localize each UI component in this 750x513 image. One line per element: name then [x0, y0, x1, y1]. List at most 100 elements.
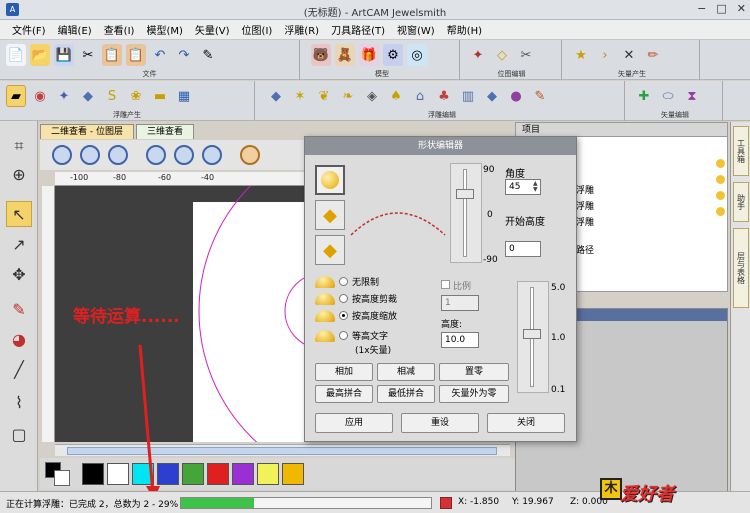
tab-3d-view[interactable]: 三维查看	[135, 124, 194, 139]
tab-assistant[interactable]: 助手	[733, 182, 749, 222]
layer-bulb-icon[interactable]	[716, 191, 725, 200]
edit-3-icon[interactable]: ❦	[314, 85, 334, 107]
relief-6-icon[interactable]: ❀	[126, 85, 146, 107]
height-input[interactable]: 10.0	[441, 332, 479, 348]
zoom-window-icon[interactable]	[146, 145, 166, 165]
undo-icon[interactable]: ↶	[150, 44, 170, 66]
pencil-icon[interactable]: ✎	[6, 296, 32, 322]
move-icon[interactable]: ✥	[6, 261, 32, 287]
rectangle-icon[interactable]: ▢	[6, 421, 32, 447]
color-swatch[interactable]	[182, 463, 204, 485]
close-window-button[interactable]: ✕	[737, 2, 746, 15]
polyline-icon[interactable]: ⌇	[6, 389, 32, 415]
model-2-icon[interactable]: 🧸	[335, 44, 355, 66]
color-swatch[interactable]	[132, 463, 154, 485]
radio-scale-height[interactable]: 按高度缩放	[315, 309, 397, 322]
layer-bulb-icon[interactable]	[716, 207, 725, 216]
scrollbar-thumb[interactable]	[67, 447, 497, 455]
vector-3-icon[interactable]: ✕	[619, 44, 639, 66]
project-item[interactable]: 浮雕	[576, 183, 594, 196]
edit-5-icon[interactable]: ◈	[362, 85, 382, 107]
edit-7-icon[interactable]: ⌂	[410, 85, 430, 107]
project-item[interactable]: 浮雕	[576, 215, 594, 228]
bitmap-2-icon[interactable]: ◇	[492, 44, 512, 66]
zoom-out-icon[interactable]	[80, 145, 100, 165]
bitmap-1-icon[interactable]: ✦	[468, 44, 488, 66]
edit-8-icon[interactable]: ♣	[434, 85, 454, 107]
subtract-button[interactable]: 相减	[377, 363, 435, 381]
reset-button[interactable]: 重设	[401, 413, 479, 433]
zero-button[interactable]: 置零	[439, 363, 509, 381]
open-folder-icon[interactable]: 📂	[30, 44, 50, 66]
vector-4-icon[interactable]: ✏	[643, 44, 663, 66]
vedit-1-icon[interactable]: ✚	[634, 85, 654, 107]
save-icon[interactable]: 💾	[54, 44, 74, 66]
tab-layers[interactable]: 层与表格	[733, 228, 749, 308]
horizontal-scrollbar[interactable]	[55, 444, 510, 456]
select-arrow-icon[interactable]: ↖	[6, 201, 32, 227]
menu-toolpaths[interactable]: 刀具路径(T)	[325, 22, 391, 37]
scale-input[interactable]: 1	[441, 295, 479, 311]
menu-file[interactable]: 文件(F)	[6, 22, 52, 37]
angle-slider-track[interactable]	[463, 169, 467, 257]
maximize-button[interactable]: □	[716, 2, 726, 15]
settings-gear-icon[interactable]	[240, 145, 260, 165]
apply-button[interactable]: 应用	[315, 413, 393, 433]
vedit-2-icon[interactable]: ⬭	[658, 85, 678, 107]
shape-plane-button[interactable]: ◆	[315, 235, 345, 265]
angle-spin-icon[interactable]: ▲ ▼	[533, 181, 538, 193]
edit-11-icon[interactable]: ●	[506, 85, 526, 107]
cut-icon[interactable]: ✂	[78, 44, 98, 66]
paste-icon[interactable]: 📋	[126, 44, 146, 66]
new-file-icon[interactable]: 📄	[6, 44, 26, 66]
radio-button[interactable]	[339, 331, 348, 340]
menu-bitmap[interactable]: 位图(I)	[236, 22, 279, 37]
radio-button-selected[interactable]	[339, 311, 348, 320]
relief-3-icon[interactable]: ✦	[54, 85, 74, 107]
radio-button[interactable]	[339, 294, 348, 303]
menu-view[interactable]: 查看(I)	[98, 22, 141, 37]
menu-edit[interactable]: 编辑(E)	[52, 22, 98, 37]
relief-2-icon[interactable]: ◉	[30, 85, 50, 107]
edit-9-icon[interactable]: ▥	[458, 85, 478, 107]
color-swatch[interactable]	[282, 463, 304, 485]
menu-model[interactable]: 模型(M)	[140, 22, 188, 37]
vector-1-icon[interactable]: ★	[571, 44, 591, 66]
layer-bulb-icon[interactable]	[716, 175, 725, 184]
project-item[interactable]: 浮雕	[576, 199, 594, 212]
color-swatch[interactable]	[207, 463, 229, 485]
radio-crop-height[interactable]: 按高度剪裁	[315, 292, 397, 305]
start-height-input[interactable]: 0	[505, 241, 541, 257]
relief-7-icon[interactable]: ▬	[150, 85, 170, 107]
color-swatch[interactable]	[257, 463, 279, 485]
color-swatch[interactable]	[107, 463, 129, 485]
line-icon[interactable]: ╱	[6, 356, 32, 382]
edit-1-icon[interactable]: ◆	[266, 85, 286, 107]
edit-icon[interactable]: ✎	[198, 44, 218, 66]
shape-round-button[interactable]	[315, 165, 345, 195]
edit-10-icon[interactable]: ◆	[482, 85, 502, 107]
tab-2d-view[interactable]: 二维查看 - 位图层	[40, 124, 134, 139]
menu-vector[interactable]: 矢量(V)	[189, 22, 236, 37]
relief-5-icon[interactable]: S	[102, 85, 122, 107]
radio-unlimited[interactable]: 无限制	[315, 275, 379, 288]
fill-icon[interactable]: ◕	[6, 326, 32, 352]
project-item[interactable]: 路径	[576, 243, 594, 256]
edit-2-icon[interactable]: ✶	[290, 85, 310, 107]
model-5-icon[interactable]: ◎	[407, 44, 427, 66]
model-3-icon[interactable]: 🎁	[359, 44, 379, 66]
node-edit-icon[interactable]: ↗	[6, 231, 32, 257]
max-merge-button[interactable]: 最高拼合	[315, 385, 373, 403]
globe-icon[interactable]: ⊕	[6, 161, 32, 187]
menu-relief[interactable]: 浮雕(R)	[278, 22, 325, 37]
zoom-in-icon[interactable]	[52, 145, 72, 165]
zoom-fit-icon[interactable]	[108, 145, 128, 165]
menu-help[interactable]: 帮助(H)	[441, 22, 488, 37]
model-4-icon[interactable]: ⚙	[383, 44, 403, 66]
copy-icon[interactable]: 📋	[102, 44, 122, 66]
menu-window[interactable]: 视窗(W)	[391, 22, 441, 37]
stop-icon[interactable]	[440, 497, 452, 509]
color-swatch[interactable]	[232, 463, 254, 485]
zoom-all-icon[interactable]	[202, 145, 222, 165]
color-swatch[interactable]	[157, 463, 179, 485]
